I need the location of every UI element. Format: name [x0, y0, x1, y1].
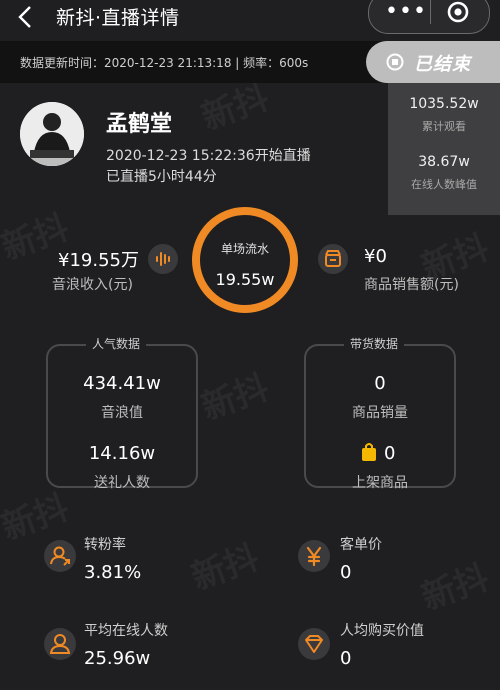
gift-givers-label: 送礼人数: [94, 475, 150, 491]
yen-icon: [298, 540, 330, 572]
sales-amount-value: ¥0: [364, 246, 387, 267]
chevron-left-icon: [18, 6, 31, 28]
peak-online-value: 38.67w: [418, 154, 470, 170]
conversion-value: 3.81%: [84, 562, 142, 583]
target-icon: [447, 1, 469, 23]
gift-givers-value: 14.16w: [88, 443, 156, 464]
unit-price-label: 客单价: [340, 537, 382, 553]
sound-income-value: ¥19.55万: [58, 250, 139, 271]
follower-conversion-icon: [44, 540, 76, 572]
listed-goods-label: 上架商品: [352, 475, 408, 491]
ended-label: 已结束: [414, 54, 471, 75]
sales-amount-label: 商品销售额(元): [364, 277, 459, 293]
sales-volume-label: 商品销量: [352, 405, 408, 421]
listed-goods-value: 0: [384, 443, 396, 464]
per-capita-label: 人均购买价值: [340, 623, 424, 639]
live-duration: 已直播5小时44分: [106, 169, 217, 185]
popularity-title: 人气数据: [86, 335, 147, 352]
update-time-text: 数据更新时间：2020-12-23 21:13:18 | 频率：600s: [20, 56, 309, 70]
watermark: 新抖: [416, 557, 494, 619]
avatar: [20, 102, 84, 166]
peak-online-label: 在线人数峰值: [411, 178, 477, 191]
start-time: 2020-12-23 15:22:36开始直播: [106, 148, 311, 164]
user-icon: [44, 628, 76, 660]
diamond-icon: [298, 628, 330, 660]
page-title: 新抖·直播详情: [56, 7, 180, 29]
shop-icon: [318, 244, 348, 274]
shopping-bag-icon: [360, 442, 378, 462]
unit-price-value: 0: [340, 562, 352, 583]
watermark: 新抖: [196, 367, 274, 429]
streamer-name: 孟鹤堂: [106, 112, 173, 137]
total-views-label: 累计观看: [422, 120, 466, 133]
single-session-flow-label: 单场流水: [220, 242, 269, 256]
sound-waves-label: 音浪值: [101, 405, 143, 421]
close-miniprogram-button[interactable]: [447, 1, 469, 23]
more-button[interactable]: •••: [384, 0, 428, 26]
sound-income-label: 音浪收入(元): [52, 277, 133, 293]
single-session-flow-value: 19.55w: [215, 270, 275, 289]
total-views-value: 1035.52w: [409, 96, 479, 112]
sound-waves-value: 434.41w: [83, 373, 161, 394]
stop-icon: [386, 53, 404, 71]
avg-online-value: 25.96w: [84, 648, 151, 669]
conversion-label: 转粉率: [84, 537, 126, 553]
single-session-flow-ring: [192, 207, 298, 313]
sales-volume-value: 0: [374, 373, 386, 394]
back-button[interactable]: [14, 4, 38, 30]
goods-title: 带货数据: [344, 335, 405, 352]
avg-online-label: 平均在线人数: [84, 623, 168, 639]
per-capita-value: 0: [340, 648, 352, 669]
watermark: 新抖: [186, 537, 264, 599]
capsule-divider: [430, 0, 431, 24]
sound-wave-icon: [148, 244, 178, 274]
